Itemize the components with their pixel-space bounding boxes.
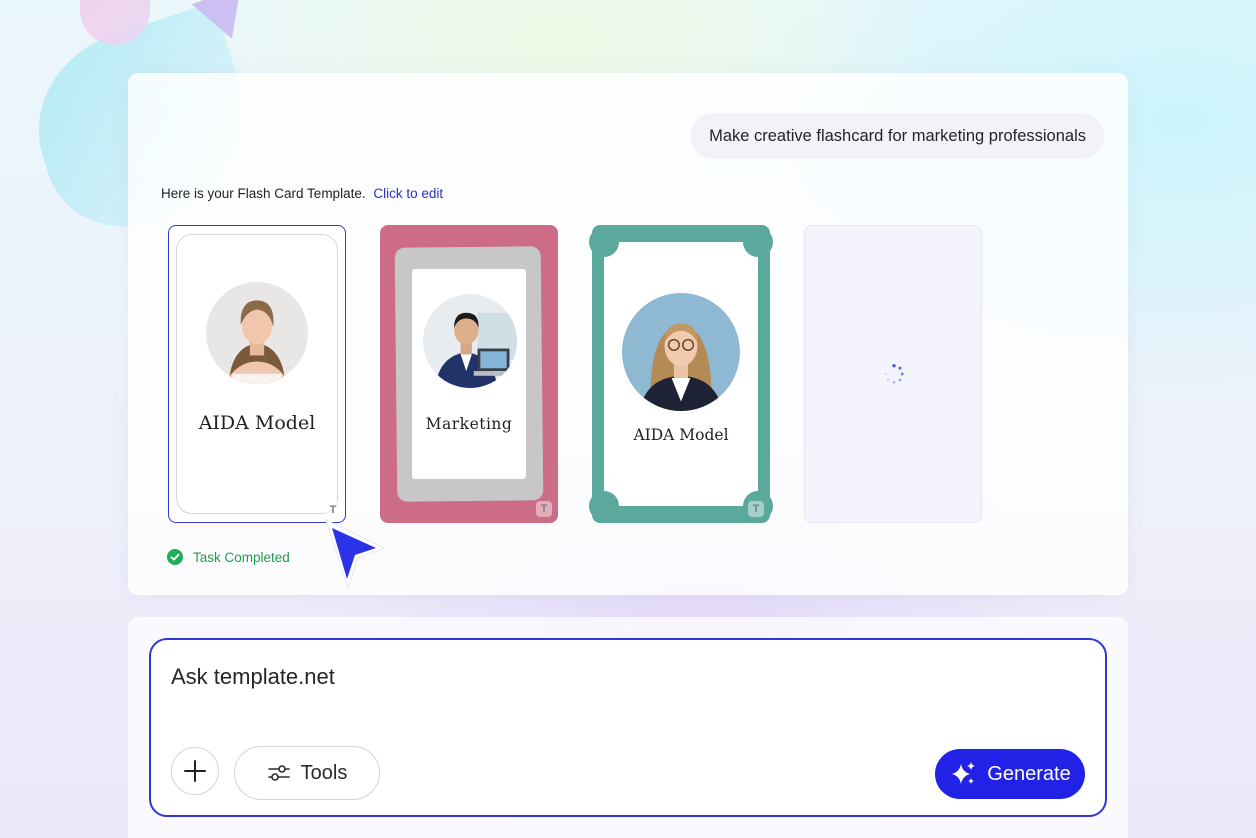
- add-attachment-button[interactable]: [171, 747, 219, 795]
- tools-button[interactable]: Tools: [234, 746, 380, 800]
- portrait-image: [622, 293, 740, 411]
- task-status-text: Task Completed: [193, 549, 290, 565]
- composer-panel: Ask template.net Tools Generate: [128, 617, 1128, 838]
- portrait-image: [206, 282, 308, 384]
- corner-notch: [743, 227, 773, 257]
- prompt-input[interactable]: Ask template.net: [171, 664, 335, 690]
- portrait-image: [423, 294, 517, 388]
- flashcard-template-3[interactable]: AIDA Model T: [589, 225, 773, 523]
- prompt-composer[interactable]: Ask template.net Tools Generate: [149, 638, 1107, 817]
- user-message-text: Make creative flashcard for marketing pr…: [709, 126, 1086, 145]
- plus-icon: [184, 760, 206, 782]
- flashcard-template-2[interactable]: Marketing T: [380, 225, 558, 523]
- loading-spinner-icon: [884, 364, 904, 384]
- generate-button[interactable]: Generate: [935, 749, 1085, 799]
- card-title: AIDA Model: [198, 412, 316, 434]
- template-badge-icon: T: [748, 501, 764, 517]
- template-badge-icon: T: [325, 502, 341, 518]
- task-status: Task Completed: [167, 549, 290, 565]
- background-shape: [80, 0, 150, 45]
- generate-label: Generate: [987, 762, 1071, 785]
- assistant-reply: Here is your Flash Card Template. Click …: [161, 186, 443, 201]
- click-to-edit-link[interactable]: Click to edit: [373, 186, 443, 201]
- card-title: AIDA Model: [633, 426, 729, 444]
- pointer-cursor-icon: [325, 519, 386, 590]
- template-badge-icon: T: [536, 501, 552, 517]
- user-message-bubble: Make creative flashcard for marketing pr…: [691, 113, 1104, 159]
- check-circle-icon: [167, 549, 183, 565]
- sparkles-icon: [952, 762, 976, 784]
- flashcard-template-1[interactable]: AIDA Model T: [168, 225, 346, 523]
- sliders-icon: [267, 765, 290, 781]
- corner-notch: [589, 227, 619, 257]
- chat-panel: Make creative flashcard for marketing pr…: [128, 73, 1128, 595]
- background-shape: [191, 0, 257, 48]
- corner-notch: [589, 491, 619, 521]
- flashcard-template-4-loading: [804, 225, 982, 523]
- tools-label: Tools: [300, 761, 348, 784]
- reply-text: Here is your Flash Card Template.: [161, 186, 366, 201]
- card-title: Marketing: [425, 415, 513, 433]
